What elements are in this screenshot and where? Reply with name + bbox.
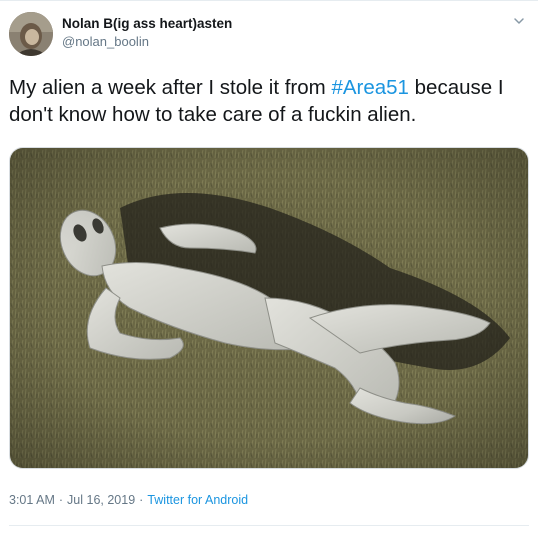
tweet-text: My alien a week after I stole it from #A… (9, 74, 529, 128)
author-display-name[interactable]: Nolan B(ig ass heart)asten (62, 16, 232, 31)
chevron-down-icon[interactable] (512, 14, 526, 28)
meta-separator: · (58, 493, 64, 507)
tweet-photo[interactable] (9, 147, 529, 469)
tweet-card: Nolan B(ig ass heart)asten @nolan_boolin… (0, 0, 538, 536)
author-handle[interactable]: @nolan_boolin (62, 34, 149, 49)
avatar[interactable] (9, 12, 53, 56)
meta-separator: · (139, 493, 144, 507)
tweet-source-link[interactable]: Twitter for Android (147, 493, 248, 507)
divider (0, 0, 538, 1)
tweet-meta: 3:01 AM · Jul 16, 2019 · Twitter for Android (9, 493, 248, 507)
divider (9, 525, 529, 526)
tweet-date[interactable]: Jul 16, 2019 (67, 493, 135, 507)
tweet-time[interactable]: 3:01 AM (9, 493, 55, 507)
hashtag-link[interactable]: #Area51 (331, 76, 409, 99)
tweet-text-part: My alien a week after I stole it from (9, 76, 332, 99)
